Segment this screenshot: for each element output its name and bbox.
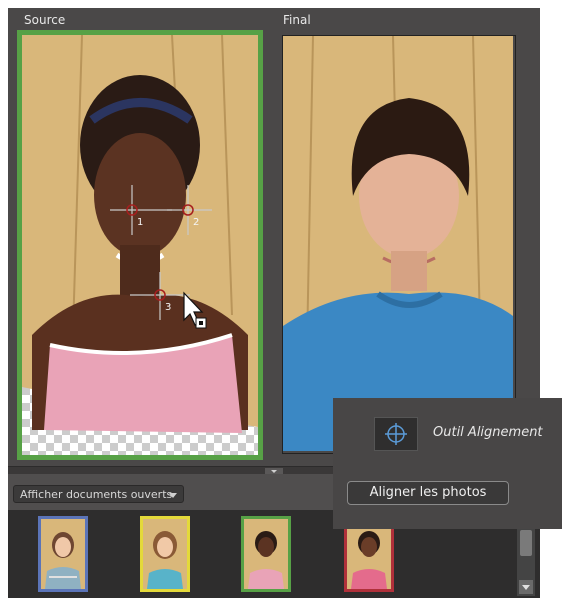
- align-photos-button[interactable]: Aligner les photos: [347, 481, 509, 505]
- source-photo[interactable]: 1 2 3: [17, 30, 263, 460]
- thumbnail-1[interactable]: [38, 516, 88, 592]
- crosshair-icon: [385, 423, 407, 445]
- documents-select[interactable]: Afficher documents ouverts: [13, 485, 184, 503]
- marker-3[interactable]: 3: [165, 302, 171, 313]
- final-photo[interactable]: [282, 35, 516, 454]
- thumbnail-4-image: [347, 519, 391, 589]
- source-label: Source: [24, 13, 66, 27]
- marker-1[interactable]: 1: [137, 217, 143, 228]
- alignment-tool-label: Outil Alignement: [433, 425, 543, 440]
- thumbnail-1-image: [41, 519, 85, 589]
- marker-2[interactable]: 2: [193, 217, 199, 228]
- scroll-down-icon[interactable]: [519, 580, 533, 594]
- thumbnail-3[interactable]: [241, 516, 291, 592]
- bin-scroll-thumb[interactable]: [520, 530, 532, 556]
- documents-select-value: Afficher documents ouverts: [20, 488, 173, 501]
- final-photo-image: [283, 36, 513, 451]
- source-photo-image: 1 2 3: [22, 35, 258, 455]
- chevron-down-icon: [169, 493, 177, 498]
- alignment-tool-button[interactable]: [374, 417, 418, 451]
- final-label: Final: [283, 13, 311, 27]
- thumbnail-2-image: [143, 519, 187, 589]
- alignment-tool-panel: [333, 398, 562, 529]
- thumbnail-3-image: [244, 519, 288, 589]
- thumbnail-2[interactable]: [140, 516, 190, 592]
